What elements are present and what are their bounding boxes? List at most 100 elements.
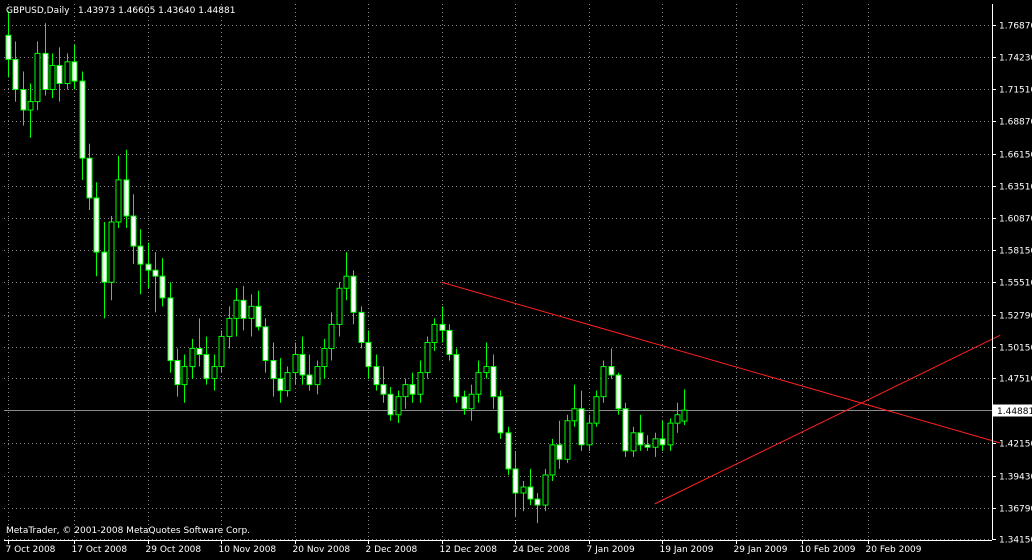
date-tick-label-7: 24 Dec 2008 xyxy=(513,545,571,555)
date-tick-label-11: 10 Feb 2009 xyxy=(800,545,856,555)
candle-body-26 xyxy=(196,347,203,356)
candle-body-44 xyxy=(328,323,335,349)
candle-body-19 xyxy=(145,263,152,271)
candle-61 xyxy=(453,348,460,403)
candle-body-27 xyxy=(203,354,210,380)
candle-body-30 xyxy=(226,317,233,337)
price-tick-label-6: 1.60870 xyxy=(999,215,1032,225)
price-tick-label-2: 1.71510 xyxy=(999,86,1032,96)
candle-body-17 xyxy=(130,215,137,247)
candle-73 xyxy=(542,468,549,512)
candle-body-32 xyxy=(240,299,247,319)
candle-body-23 xyxy=(174,360,181,386)
candle-body-60 xyxy=(446,329,453,356)
copyright-label: MetaTrader, © 2001-2008 MetaQuotes Softw… xyxy=(6,526,250,536)
price-tick-label-15: 1.34150 xyxy=(999,536,1032,546)
candle-body-66 xyxy=(490,366,497,398)
candle-body-61 xyxy=(453,354,460,398)
price-tick-label-0: 1.76870 xyxy=(999,22,1032,32)
candle-body-69 xyxy=(512,468,519,494)
price-tick-label-7: 1.58150 xyxy=(999,247,1032,257)
candle-body-62 xyxy=(461,396,468,410)
candle-body-41 xyxy=(306,374,313,386)
candle-body-73 xyxy=(542,474,549,506)
price-tick-label-12: 1.42150 xyxy=(999,440,1032,450)
candle-68 xyxy=(505,426,512,475)
date-tick-label-5: 2 Dec 2008 xyxy=(366,545,418,555)
candle-body-49 xyxy=(365,341,372,368)
candle-body-58 xyxy=(431,323,438,343)
candle-body-5 xyxy=(42,52,49,91)
price-tick-label-1: 1.74230 xyxy=(999,54,1032,64)
candle-84 xyxy=(622,402,629,457)
candle-body-15 xyxy=(115,179,122,223)
candle-body-7 xyxy=(56,64,63,84)
date-tick-label-9: 19 Jan 2009 xyxy=(660,545,714,555)
candle-body-34 xyxy=(255,305,262,328)
candle-body-92 xyxy=(681,409,688,422)
candle-body-59 xyxy=(439,323,446,331)
candle-body-46 xyxy=(343,275,350,289)
price-tick-label-5: 1.63510 xyxy=(999,183,1032,193)
date-tick-label-12: 20 Feb 2009 xyxy=(866,545,922,555)
price-tick-label-14: 1.36790 xyxy=(999,505,1032,515)
candle-body-70 xyxy=(520,486,527,494)
price-tick-label-4: 1.66150 xyxy=(999,151,1032,161)
candle-29 xyxy=(218,330,225,373)
candle-body-83 xyxy=(615,374,622,410)
candle-body-63 xyxy=(468,393,475,410)
candle-body-88 xyxy=(652,438,659,448)
candle-76 xyxy=(564,414,571,463)
candle-48 xyxy=(358,306,365,349)
candle-body-39 xyxy=(292,354,299,374)
candle-body-33 xyxy=(248,305,255,319)
candle-body-53 xyxy=(395,396,402,416)
candle-body-38 xyxy=(284,372,291,392)
candle-body-75 xyxy=(556,444,563,460)
candle-body-72 xyxy=(534,498,541,506)
candle-body-10 xyxy=(79,80,86,159)
candle-body-85 xyxy=(630,432,637,452)
candle-body-35 xyxy=(262,326,269,362)
candle-body-79 xyxy=(586,422,593,446)
current-price-label: 1.44881 xyxy=(997,407,1032,417)
candle-body-4 xyxy=(34,52,41,103)
candle-body-87 xyxy=(644,444,651,448)
candle-body-14 xyxy=(108,221,115,283)
candle-body-13 xyxy=(101,251,108,283)
candle-57 xyxy=(424,336,431,379)
candle-83 xyxy=(615,372,622,415)
date-tick-label-1: 17 Oct 2008 xyxy=(72,545,128,555)
date-tick-label-3: 10 Nov 2008 xyxy=(219,545,277,555)
date-tick-label-6: 12 Dec 2008 xyxy=(440,545,498,555)
ohlc-label: 1.43973 1.46605 1.43640 1.44881 xyxy=(78,6,235,16)
candle-body-12 xyxy=(93,197,100,253)
candle-body-90 xyxy=(667,422,674,446)
candle-body-56 xyxy=(417,372,424,395)
candle-body-9 xyxy=(71,61,78,82)
chart-svg: 1.76870 1.74230 1.71510 1.68870 1.66150 1.635… xyxy=(0,0,1032,556)
candle-81 xyxy=(600,360,607,403)
candle-body-8 xyxy=(64,61,71,84)
candle-body-74 xyxy=(549,444,556,476)
candle-body-18 xyxy=(137,245,144,265)
candle-body-52 xyxy=(387,393,394,416)
candle-body-0 xyxy=(5,34,12,60)
candle-body-67 xyxy=(497,396,504,434)
price-tick-label-10: 1.50150 xyxy=(999,344,1032,354)
candle-body-22 xyxy=(167,297,174,362)
candle-body-55 xyxy=(409,384,416,395)
candle-body-57 xyxy=(424,341,431,374)
candle-body-37 xyxy=(277,378,284,392)
candle-body-86 xyxy=(637,432,644,446)
candle-body-36 xyxy=(270,360,277,380)
candle-body-20 xyxy=(152,269,159,277)
candle-74 xyxy=(549,438,556,481)
candle-body-65 xyxy=(483,366,490,374)
date-tick-label-8: 7 Jan 2009 xyxy=(587,545,635,555)
date-tick-label-10: 29 Jan 2009 xyxy=(734,545,788,555)
candle-body-68 xyxy=(505,432,512,470)
candle-body-16 xyxy=(123,179,130,217)
symbol-label: GBPUSD,Daily xyxy=(6,6,70,16)
candle-body-29 xyxy=(218,335,225,368)
